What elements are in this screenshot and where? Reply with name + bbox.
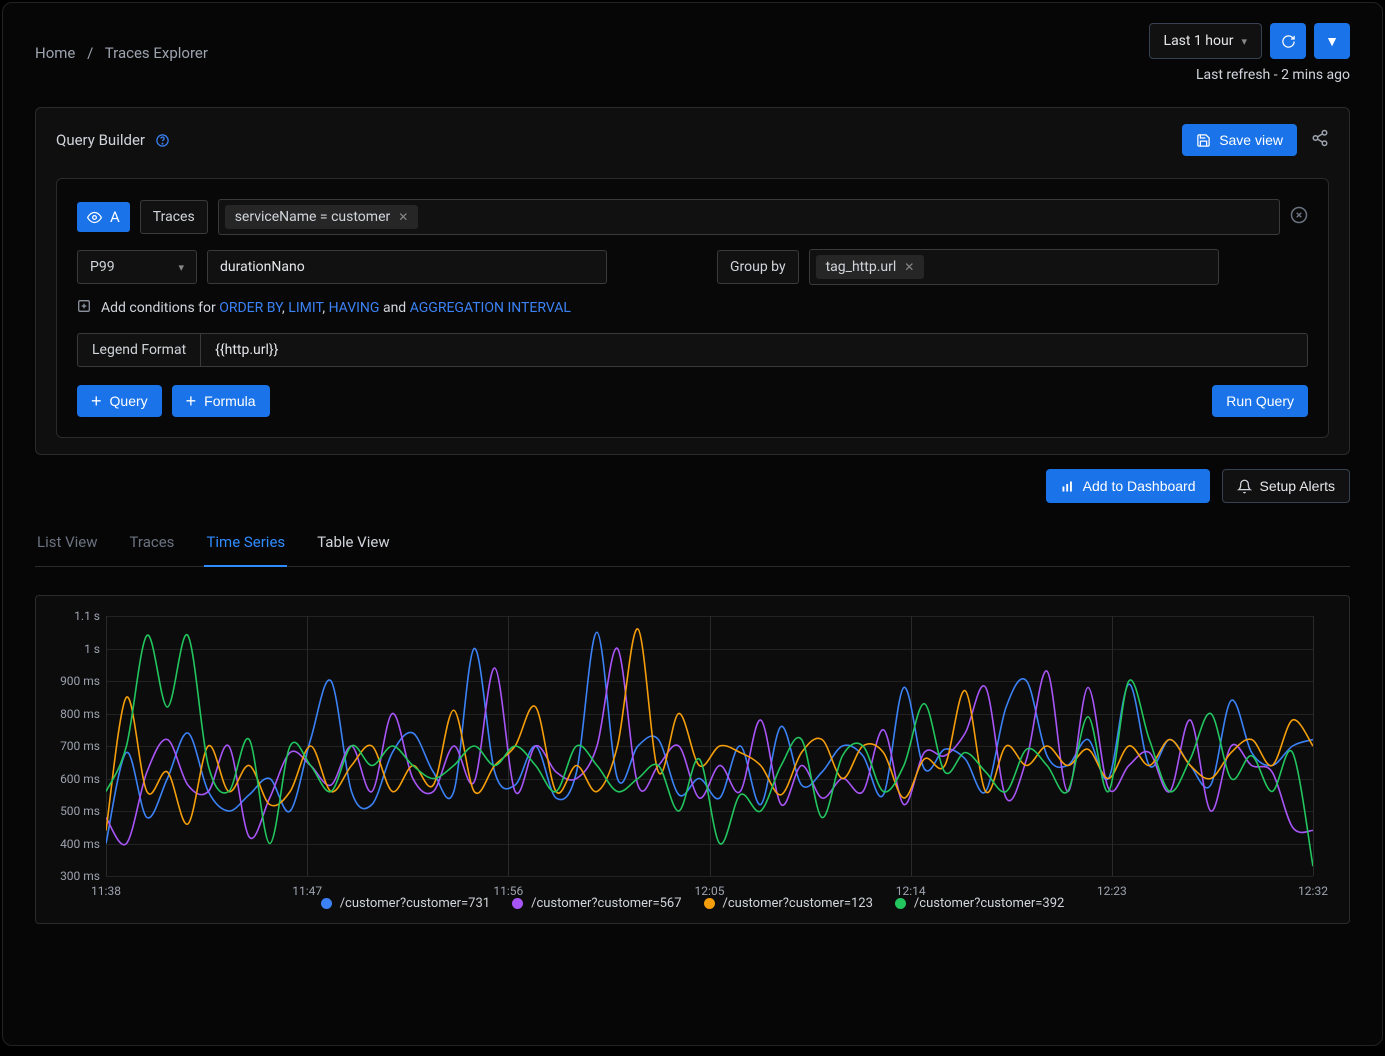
- y-tick: 800 ms: [52, 707, 100, 721]
- legend-dot: [512, 898, 523, 909]
- chart-plot-area[interactable]: 1.1 s1 s900 ms800 ms700 ms600 ms500 ms40…: [106, 616, 1313, 876]
- tab-traces[interactable]: Traces: [128, 523, 177, 566]
- chart-series-line[interactable]: [106, 635, 1313, 867]
- group-by-input[interactable]: tag_http.url ✕: [809, 249, 1219, 285]
- bell-icon: [1237, 479, 1252, 494]
- chart-series-line[interactable]: [106, 632, 1313, 843]
- eye-icon: [87, 210, 102, 225]
- metric-input[interactable]: durationNano: [207, 250, 607, 284]
- limit-link[interactable]: LIMIT: [288, 300, 322, 316]
- filter-input[interactable]: serviceName = customer ✕: [218, 199, 1280, 235]
- close-icon[interactable]: ✕: [398, 210, 408, 224]
- legend-dot: [321, 898, 332, 909]
- aggregation-interval-link[interactable]: AGGREGATION INTERVAL: [410, 300, 571, 316]
- y-tick: 1 s: [52, 642, 100, 656]
- close-circle-icon: [1290, 206, 1308, 224]
- tab-table-view[interactable]: Table View: [315, 523, 391, 566]
- refresh-button[interactable]: [1270, 23, 1306, 59]
- chevron-down-icon: ▾: [178, 261, 184, 274]
- save-view-button[interactable]: Save view: [1182, 124, 1297, 156]
- share-icon: [1311, 129, 1329, 147]
- x-tick: 11:38: [91, 884, 121, 898]
- having-link[interactable]: HAVING: [329, 300, 380, 316]
- breadcrumb-current: Traces Explorer: [105, 44, 208, 62]
- help-icon[interactable]: [155, 133, 170, 148]
- y-tick: 600 ms: [52, 772, 100, 786]
- legend-item[interactable]: /customer?customer=123: [704, 896, 873, 911]
- conditions-prefix: Add conditions for: [101, 300, 216, 316]
- filter-tag[interactable]: serviceName = customer ✕: [225, 205, 419, 229]
- legend-label: /customer?customer=567: [531, 896, 681, 911]
- x-tick: 11:56: [493, 884, 523, 898]
- legend-item[interactable]: /customer?customer=731: [321, 896, 490, 911]
- close-icon[interactable]: ✕: [904, 260, 914, 274]
- x-tick: 12:32: [1298, 884, 1328, 898]
- y-tick: 400 ms: [52, 837, 100, 851]
- legend-dot: [895, 898, 906, 909]
- save-icon: [1196, 133, 1211, 148]
- caret-down-icon: ▼: [1325, 33, 1339, 49]
- last-refresh-text: Last refresh - 2 mins ago: [1196, 67, 1350, 83]
- tab-time-series[interactable]: Time Series: [204, 523, 287, 567]
- chart-panel: 1.1 s 1 s 900 ms 800 ms 700 ms 600 ms 500 ms 40…: [35, 595, 1350, 924]
- legend-item[interactable]: /customer?customer=567: [512, 896, 681, 911]
- setup-alerts-button[interactable]: Setup Alerts: [1222, 469, 1351, 503]
- run-query-button[interactable]: Run Query: [1212, 385, 1308, 417]
- x-tick: 11:47: [292, 884, 322, 898]
- group-by-tag[interactable]: tag_http.url ✕: [816, 255, 925, 279]
- legend-format-input[interactable]: {{http.url}}: [200, 333, 1308, 367]
- aggregator-select[interactable]: P99▾: [77, 250, 197, 284]
- add-to-dashboard-button[interactable]: Add to Dashboard: [1046, 469, 1210, 503]
- share-button[interactable]: [1311, 129, 1329, 151]
- y-tick: 700 ms: [52, 739, 100, 753]
- order-by-link[interactable]: ORDER BY: [219, 300, 282, 316]
- x-tick: 12:05: [695, 884, 725, 898]
- y-tick: 500 ms: [52, 804, 100, 818]
- view-tabs: List View Traces Time Series Table View: [35, 523, 1350, 567]
- plus-icon: +: [91, 394, 102, 408]
- refresh-icon: [1281, 34, 1296, 49]
- chart-legend: /customer?customer=731/customer?customer…: [52, 896, 1333, 911]
- query-builder-title: Query Builder: [56, 131, 170, 149]
- breadcrumb-home[interactable]: Home: [35, 44, 75, 62]
- query-id: A: [110, 208, 120, 226]
- x-tick: 12:23: [1097, 884, 1127, 898]
- legend-label: /customer?customer=731: [340, 896, 490, 911]
- legend-item[interactable]: /customer?customer=392: [895, 896, 1064, 911]
- plus-square-icon[interactable]: [77, 299, 91, 317]
- remove-query-button[interactable]: [1290, 206, 1308, 229]
- refresh-options-button[interactable]: ▼: [1314, 23, 1350, 59]
- plus-icon: +: [186, 394, 197, 408]
- data-source[interactable]: Traces: [140, 200, 208, 234]
- y-tick: 900 ms: [52, 674, 100, 688]
- breadcrumb: Home / Traces Explorer: [35, 44, 208, 62]
- query-visibility-toggle[interactable]: A: [77, 202, 130, 232]
- legend-dot: [704, 898, 715, 909]
- legend-format-label: Legend Format: [77, 333, 200, 367]
- y-tick: 300 ms: [52, 869, 100, 883]
- tab-list-view[interactable]: List View: [35, 523, 100, 566]
- y-tick: 1.1 s: [52, 609, 100, 623]
- legend-label: /customer?customer=123: [723, 896, 873, 911]
- legend-label: /customer?customer=392: [914, 896, 1064, 911]
- chart-icon: [1060, 479, 1075, 494]
- breadcrumb-sep: /: [87, 44, 93, 62]
- x-tick: 12:14: [896, 884, 926, 898]
- add-query-button[interactable]: + Query: [77, 385, 162, 417]
- time-range-select[interactable]: Last 1 hour ▾: [1149, 23, 1262, 59]
- add-formula-button[interactable]: + Formula: [172, 385, 270, 417]
- chevron-down-icon: ▾: [1241, 35, 1247, 48]
- group-by-label: Group by: [717, 250, 799, 284]
